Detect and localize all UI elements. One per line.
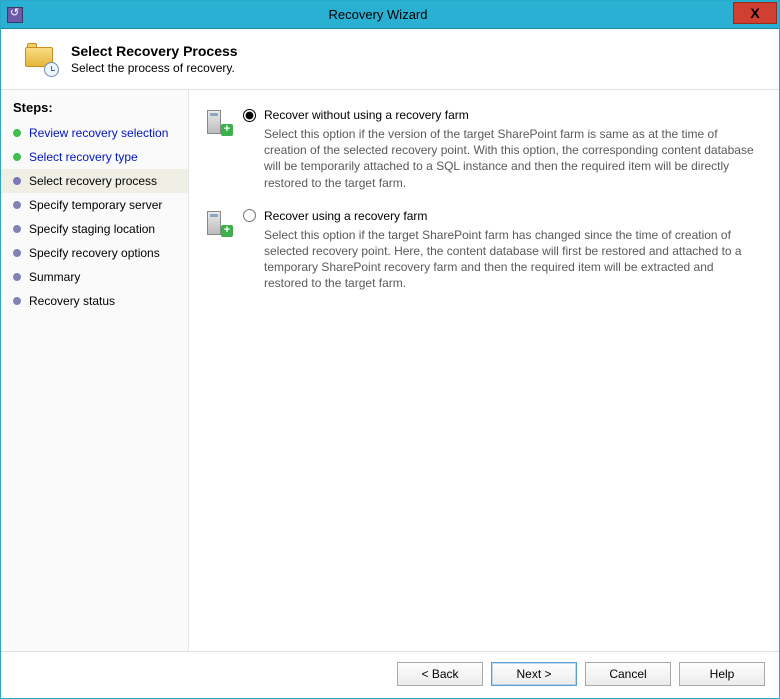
- bullet-current-icon: [13, 177, 21, 185]
- radio-recover-with-farm[interactable]: [243, 209, 256, 222]
- step-label: Recovery status: [29, 294, 115, 308]
- step-select-recovery-type[interactable]: Select recovery type: [1, 145, 188, 169]
- bullet-pending-icon: [13, 225, 21, 233]
- step-label: Specify recovery options: [29, 246, 160, 260]
- option-description: Select this option if the version of the…: [243, 126, 759, 191]
- button-bar: < Back Next > Cancel Help: [1, 651, 779, 698]
- server-add-icon: +: [203, 110, 231, 134]
- server-add-icon: +: [203, 211, 231, 235]
- main-panel: + Recover without using a recovery farm …: [189, 90, 779, 651]
- bullet-pending-icon: [13, 201, 21, 209]
- option-label[interactable]: Recover using a recovery farm: [264, 209, 427, 223]
- steps-heading: Steps:: [1, 100, 188, 121]
- step-summary[interactable]: Summary: [1, 265, 188, 289]
- help-button[interactable]: Help: [679, 662, 765, 686]
- titlebar: Recovery Wizard X: [1, 1, 779, 29]
- radio-recover-without-farm[interactable]: [243, 109, 256, 122]
- step-specify-staging-location[interactable]: Specify staging location: [1, 217, 188, 241]
- option-description: Select this option if the target SharePo…: [243, 227, 759, 292]
- close-button[interactable]: X: [733, 2, 777, 24]
- step-label: Summary: [29, 270, 80, 284]
- option-label[interactable]: Recover without using a recovery farm: [264, 108, 469, 122]
- bullet-done-icon: [13, 153, 21, 161]
- steps-sidebar: Steps: Review recovery selection Select …: [1, 90, 189, 651]
- step-label: Review recovery selection: [29, 126, 168, 140]
- next-button[interactable]: Next >: [491, 662, 577, 686]
- step-label: Select recovery process: [29, 174, 157, 188]
- page-subtitle: Select the process of recovery.: [71, 61, 238, 75]
- step-select-recovery-process[interactable]: Select recovery process: [1, 169, 188, 193]
- bullet-pending-icon: [13, 273, 21, 281]
- bullet-pending-icon: [13, 297, 21, 305]
- option-recover-without-farm: + Recover without using a recovery farm …: [203, 108, 759, 191]
- window-title: Recovery Wizard: [23, 7, 733, 22]
- app-icon: [7, 7, 23, 23]
- bullet-done-icon: [13, 129, 21, 137]
- cancel-button[interactable]: Cancel: [585, 662, 671, 686]
- step-label: Select recovery type: [29, 150, 138, 164]
- bullet-pending-icon: [13, 249, 21, 257]
- step-label: Specify temporary server: [29, 198, 162, 212]
- folder-clock-icon: [23, 45, 57, 73]
- step-label: Specify staging location: [29, 222, 155, 236]
- option-recover-with-farm: + Recover using a recovery farm Select t…: [203, 209, 759, 292]
- step-specify-recovery-options[interactable]: Specify recovery options: [1, 241, 188, 265]
- page-title: Select Recovery Process: [71, 43, 238, 59]
- wizard-header: Select Recovery Process Select the proce…: [1, 29, 779, 90]
- step-review-recovery-selection[interactable]: Review recovery selection: [1, 121, 188, 145]
- back-button[interactable]: < Back: [397, 662, 483, 686]
- step-specify-temporary-server[interactable]: Specify temporary server: [1, 193, 188, 217]
- step-recovery-status[interactable]: Recovery status: [1, 289, 188, 313]
